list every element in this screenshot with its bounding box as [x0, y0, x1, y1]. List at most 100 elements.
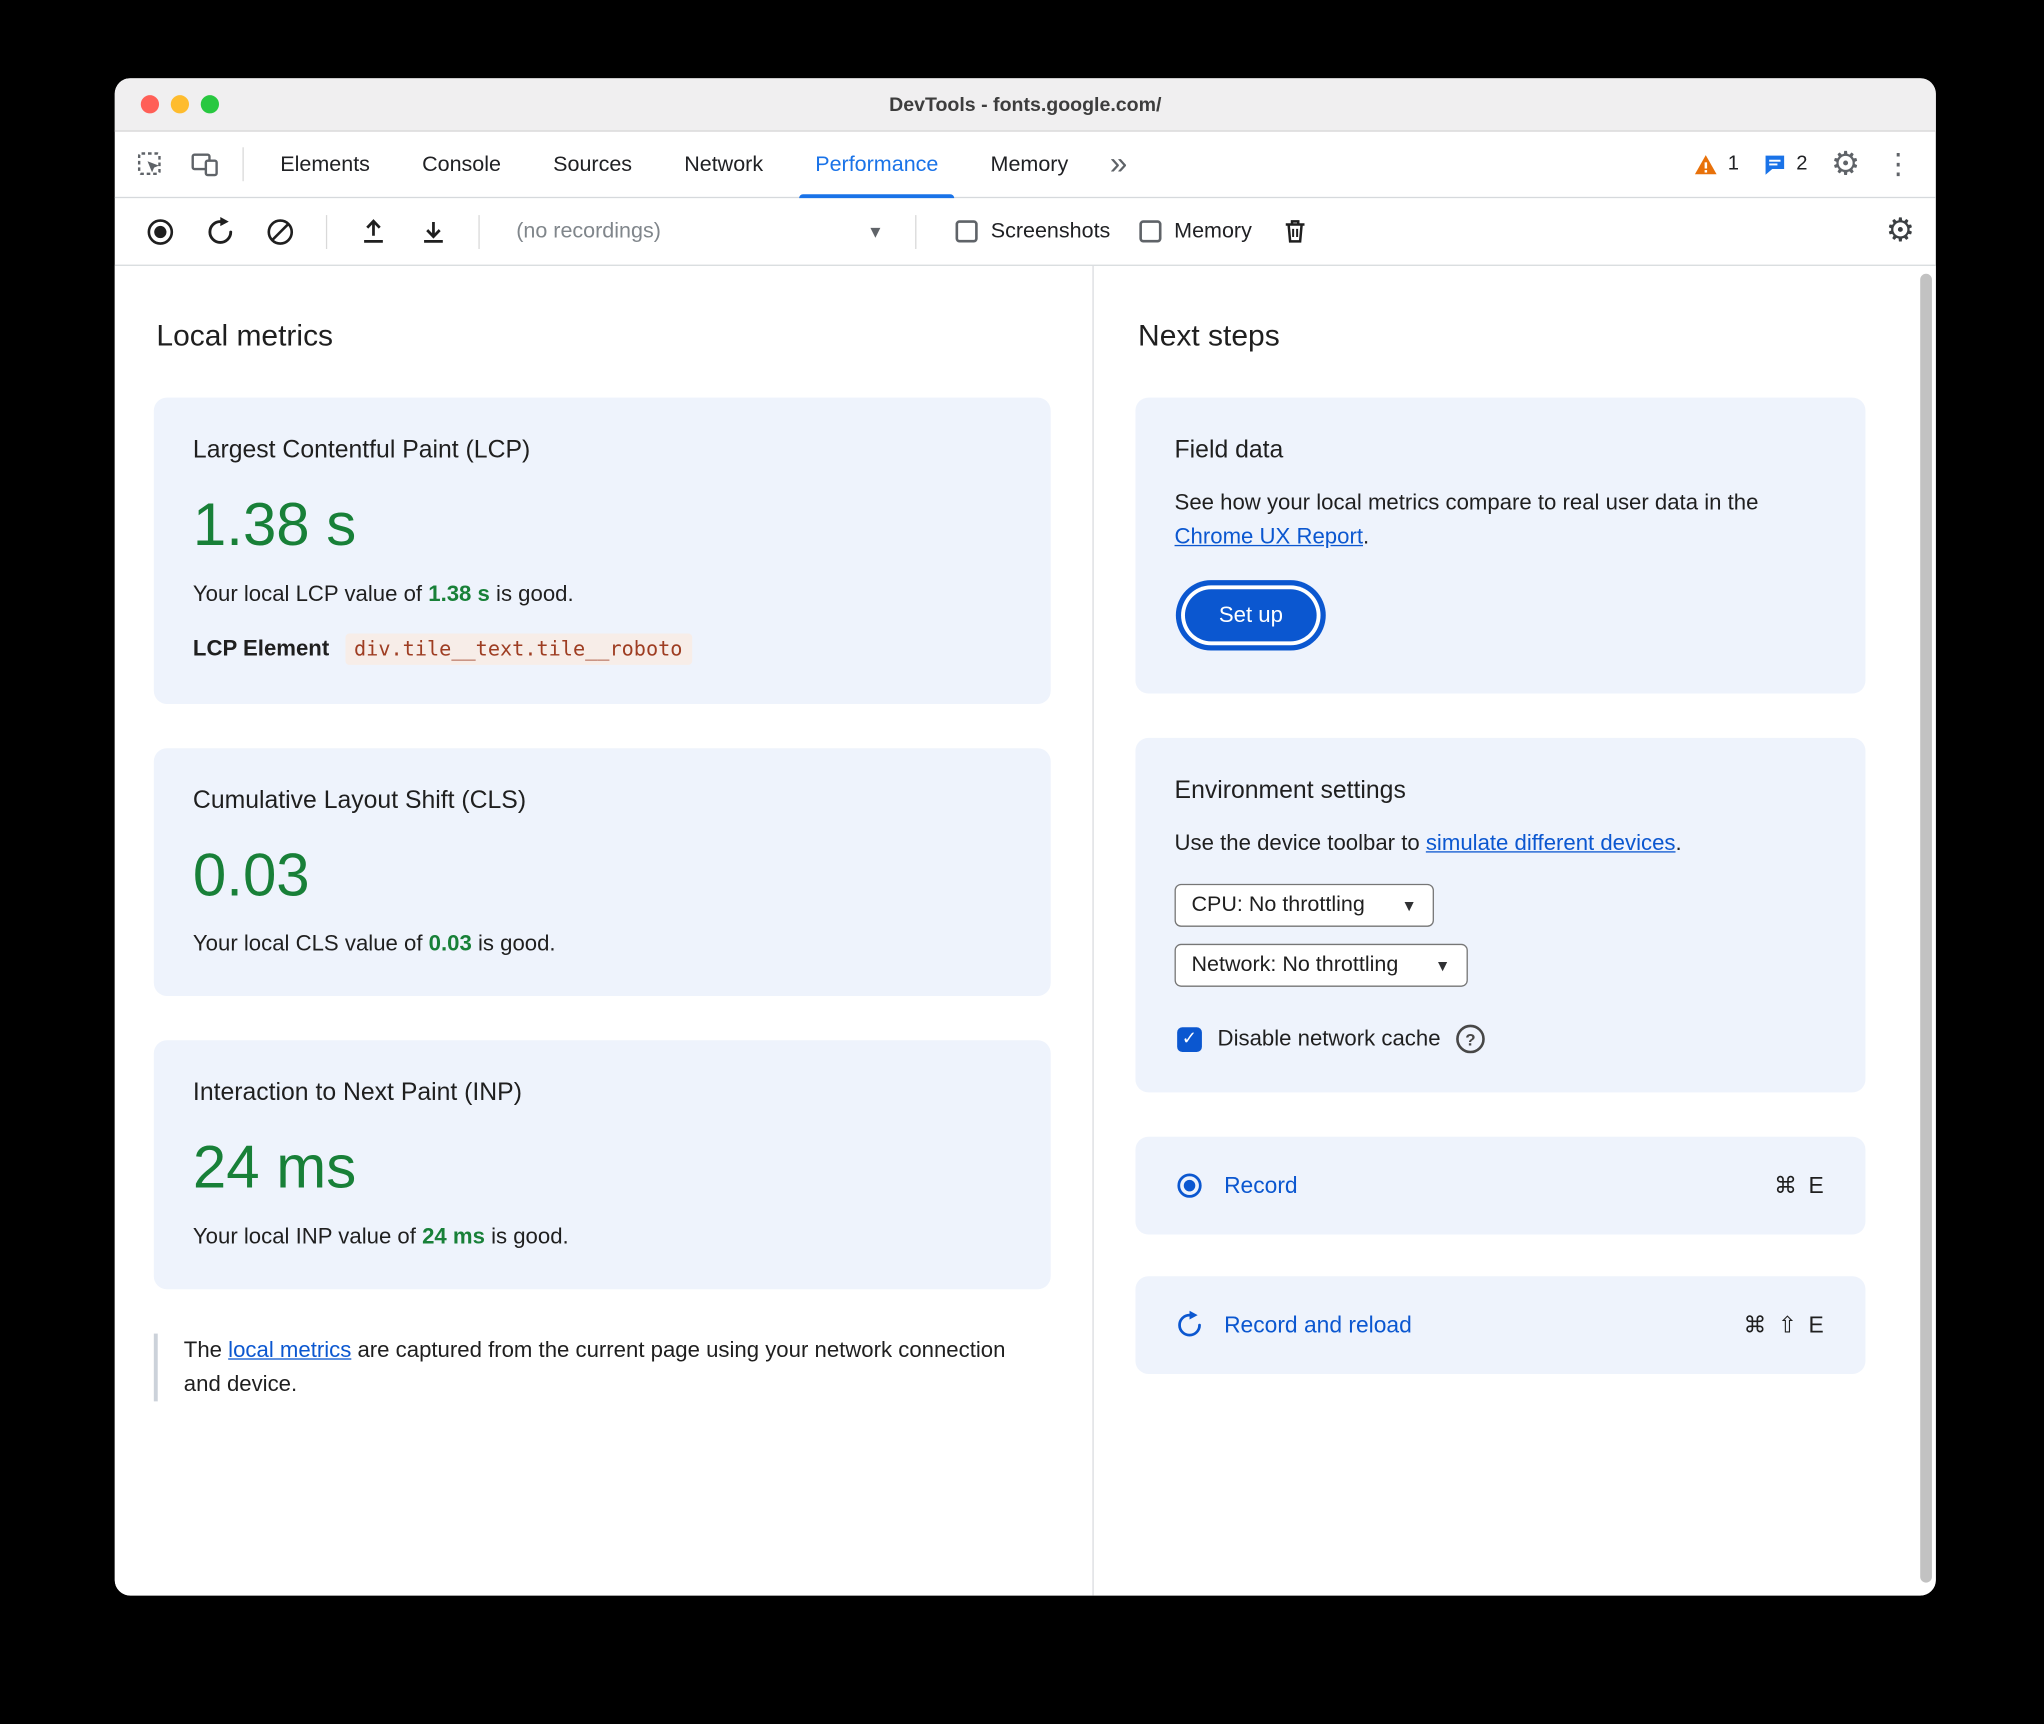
- collect-garbage-icon: [1285, 220, 1305, 243]
- cpu-throttling-value: CPU: No throttling: [1191, 893, 1365, 917]
- tab-label: Performance: [815, 151, 939, 176]
- environment-settings-card: Environment settings Use the device tool…: [1135, 737, 1866, 1093]
- more-options-button[interactable]: ⋮: [1884, 149, 1913, 179]
- record-and-reload-toolbar-button[interactable]: [196, 207, 246, 257]
- crux-report-link[interactable]: Chrome UX Report: [1175, 524, 1363, 549]
- devtools-tabbar: Elements Console Sources Network Perform…: [114, 132, 1936, 199]
- simulate-devices-link[interactable]: simulate different devices: [1426, 830, 1676, 855]
- device-toolbar-icon: [191, 153, 218, 177]
- warning-icon: [1695, 154, 1718, 174]
- vertical-scrollbar[interactable]: [1920, 273, 1932, 1583]
- field-data-description: See how your local metrics compare to re…: [1175, 486, 1827, 555]
- load-profile-button[interactable]: [348, 207, 398, 257]
- inp-value: 24 ms: [192, 1133, 357, 1201]
- desc-prefix: See how your local metrics compare to re…: [1174, 490, 1759, 515]
- performance-panel-content: Local metrics Largest Contentful Paint (…: [114, 265, 1936, 1596]
- lcp-value: 1.38 s: [192, 490, 357, 558]
- network-throttling-select[interactable]: Network: No throttling ▼: [1174, 943, 1468, 987]
- desc-prefix: Your local INP value of: [192, 1223, 423, 1249]
- reload-icon: [1178, 1310, 1201, 1337]
- tab-network[interactable]: Network: [658, 132, 789, 197]
- warning-count: 1: [1727, 152, 1739, 175]
- disable-cache-checkbox[interactable]: [1177, 1026, 1202, 1052]
- memory-label: Memory: [1174, 219, 1252, 243]
- clear-button[interactable]: [256, 207, 306, 257]
- divider: [242, 147, 244, 182]
- issues-badge[interactable]: 2: [1762, 152, 1808, 177]
- tab-label: Network: [684, 151, 764, 176]
- throttling-selects: CPU: No throttling ▼ Network: No throttl…: [1174, 883, 1827, 1004]
- clear-icon: [267, 218, 294, 245]
- inspect-cursor-icon: [137, 152, 161, 176]
- record-and-reload-shortcut: ⌘ ⇧ E: [1743, 1311, 1827, 1338]
- save-profile-button[interactable]: [408, 207, 458, 257]
- desc-suffix: is good.: [489, 580, 574, 606]
- zoom-button[interactable]: [200, 95, 220, 114]
- lcp-element-row: LCP Element div.tile__text.tile__roboto: [192, 633, 1012, 665]
- record-shortcut: ⌘ E: [1774, 1171, 1827, 1199]
- cpu-throttling-select[interactable]: CPU: No throttling ▼: [1174, 883, 1434, 927]
- cls-title: Cumulative Layout Shift (CLS): [192, 786, 527, 815]
- stage: DevTools - fonts.google.com/ Elements Co…: [0, 0, 2044, 1724]
- record-button[interactable]: [136, 207, 186, 257]
- settings-gear-button[interactable]: ⚙: [1831, 147, 1860, 181]
- footnote-prefix: The: [183, 1337, 229, 1362]
- set-up-button[interactable]: Set up: [1184, 588, 1317, 641]
- desc-highlight: 0.03: [428, 931, 472, 956]
- record-icon: [147, 218, 174, 245]
- chevron-down-icon: ▼: [1434, 956, 1451, 975]
- screenshots-checkbox[interactable]: [955, 220, 978, 243]
- tab-elements[interactable]: Elements: [254, 132, 396, 197]
- field-data-card: Field data See how your local metrics co…: [1135, 397, 1866, 694]
- record-action-link[interactable]: Record: [1224, 1172, 1298, 1199]
- lcp-card: Largest Contentful Paint (LCP) 1.38 s Yo…: [153, 397, 1051, 704]
- close-button[interactable]: [140, 95, 160, 114]
- help-icon[interactable]: ?: [1456, 1024, 1485, 1054]
- desc-highlight: 24 ms: [422, 1223, 485, 1249]
- collect-garbage-button[interactable]: [1270, 207, 1320, 257]
- traffic-lights: [140, 78, 220, 130]
- lcp-description: Your local LCP value of 1.38 s is good.: [193, 581, 1012, 607]
- more-tabs-icon: »: [1109, 146, 1128, 182]
- record-and-reload-action-link[interactable]: Record and reload: [1224, 1311, 1412, 1338]
- panel-settings-gear-button[interactable]: ⚙: [1886, 214, 1915, 248]
- chevron-down-icon: ▼: [867, 221, 884, 242]
- reload-icon: [208, 216, 233, 244]
- screenshots-checkbox-group[interactable]: Screenshots: [955, 219, 1110, 244]
- device-toolbar-button[interactable]: [177, 132, 232, 197]
- minimize-button[interactable]: [170, 95, 190, 114]
- tab-console[interactable]: Console: [396, 132, 527, 197]
- lcp-element-node-link[interactable]: div.tile__text.tile__roboto: [344, 633, 692, 665]
- next-steps-heading: Next steps: [1138, 318, 1280, 352]
- desc-prefix: Use the device toolbar to: [1174, 829, 1426, 855]
- memory-checkbox[interactable]: [1138, 220, 1162, 243]
- local-metrics-link[interactable]: local metrics: [228, 1337, 351, 1362]
- inspect-element-button[interactable]: [123, 132, 178, 197]
- inp-description: Your local INP value of 24 ms is good.: [193, 1224, 1012, 1250]
- record-and-reload-card: Record and reload ⌘ ⇧ E: [1135, 1276, 1866, 1375]
- recordings-select[interactable]: (no recordings) ▼: [501, 219, 895, 244]
- warnings-badge[interactable]: 1: [1694, 152, 1739, 177]
- lcp-element-label: LCP Element: [192, 635, 330, 661]
- local-metrics-footnote: The local metrics are captured from the …: [153, 1333, 1035, 1402]
- cls-value: 0.03: [192, 840, 310, 909]
- tabbar-right-cluster: 1 2 ⚙ ⋮: [1694, 132, 1923, 197]
- performance-toolbar: (no recordings) ▼ Screenshots Memory ⚙: [114, 198, 1936, 266]
- chevron-down-icon: ▼: [1401, 896, 1417, 915]
- tab-performance[interactable]: Performance: [789, 132, 964, 199]
- record-card: Record ⌘ E: [1135, 1136, 1866, 1235]
- record-radio-icon: [1177, 1173, 1202, 1198]
- memory-checkbox-group[interactable]: Memory: [1138, 219, 1252, 244]
- cls-card: Cumulative Layout Shift (CLS) 0.03 Your …: [153, 747, 1051, 997]
- inp-title: Interaction to Next Paint (INP): [192, 1079, 522, 1108]
- upload-icon: [363, 219, 383, 243]
- tab-label: Sources: [553, 151, 633, 176]
- desc-suffix: .: [1675, 829, 1682, 855]
- window-title: DevTools - fonts.google.com/: [889, 93, 1162, 116]
- download-icon: [423, 222, 443, 243]
- tab-sources[interactable]: Sources: [527, 132, 658, 197]
- more-tabs-button[interactable]: »: [1094, 132, 1143, 197]
- issues-count: 2: [1796, 152, 1808, 175]
- divider: [915, 214, 917, 249]
- tab-memory[interactable]: Memory: [964, 132, 1094, 197]
